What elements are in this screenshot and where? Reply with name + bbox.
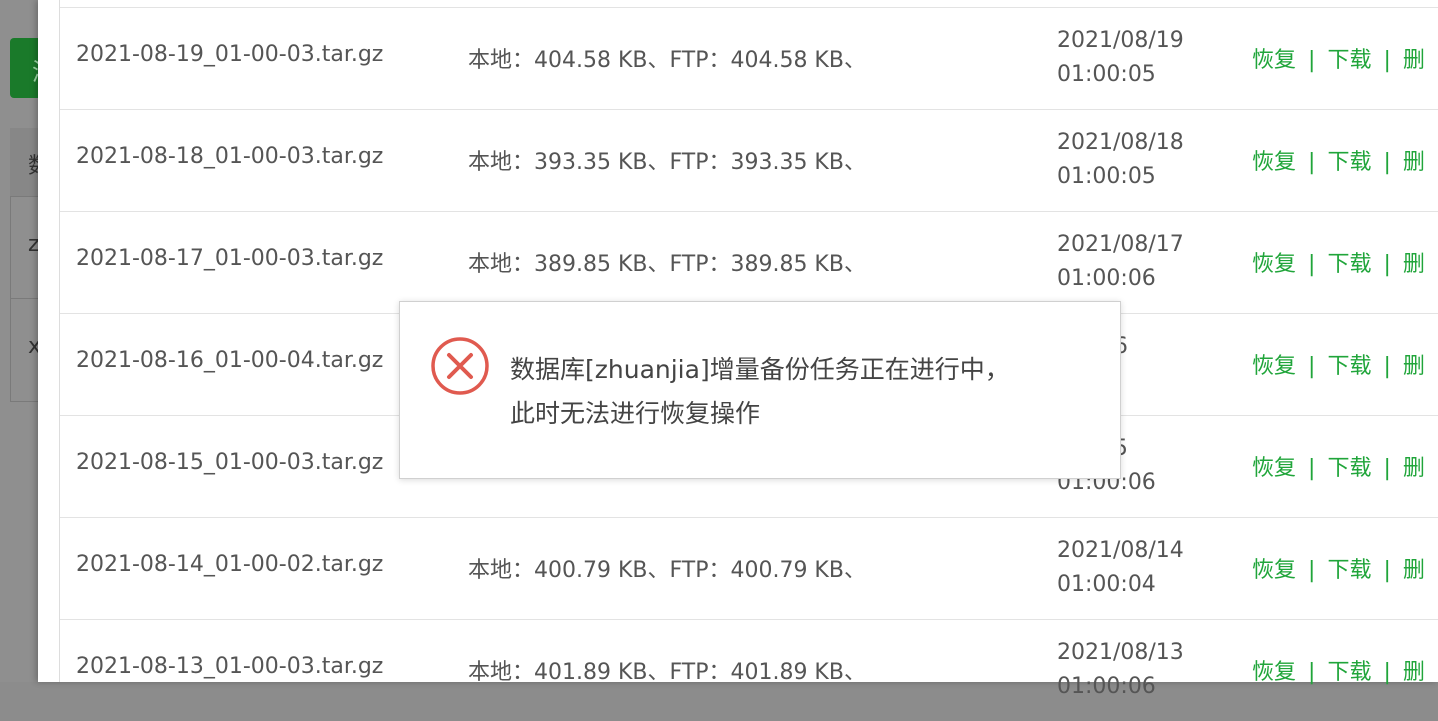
backup-size: 本地：404.58 KB、FTP：404.58 KB、 (468, 48, 866, 73)
backup-date: 2021/08/17 (1057, 232, 1184, 257)
delete-link[interactable]: 删 (1403, 660, 1425, 685)
action-separator: | (1383, 558, 1391, 583)
backup-file-name: 2021-08-16_01-00-04.tar.gz (76, 348, 384, 373)
action-separator: | (1383, 354, 1391, 379)
action-separator: | (1383, 660, 1391, 685)
error-message-line-2: 此时无法进行恢复操作 (510, 399, 761, 428)
row-actions: 恢复 | 下载 | 删 (1252, 348, 1425, 380)
restore-link[interactable]: 恢复 (1252, 660, 1296, 685)
action-separator: | (1383, 150, 1391, 175)
download-link[interactable]: 下载 (1327, 150, 1371, 175)
download-link[interactable]: 下载 (1327, 660, 1371, 685)
action-separator: | (1308, 48, 1316, 73)
action-separator: | (1308, 660, 1316, 685)
backup-file-name: 2021-08-18_01-00-03.tar.gz (76, 144, 384, 169)
row-actions: 恢复 | 下载 | 删 (1252, 450, 1425, 482)
restore-link[interactable]: 恢复 (1252, 150, 1296, 175)
table-row: 2021-08-19_01-00-03.tar.gz 本地：404.58 KB、F… (60, 7, 1438, 109)
row-actions: 恢复 | 下载 | 删 (1252, 144, 1425, 176)
backup-date: 2021/08/18 (1057, 130, 1184, 155)
action-separator: | (1308, 558, 1316, 583)
action-separator: | (1308, 456, 1316, 481)
backup-clock: 01:00:06 (1057, 266, 1156, 291)
table-row: 2021-08-14_01-00-02.tar.gz 本地：400.79 KB、F… (60, 517, 1438, 619)
table-row-divider (60, 0, 1438, 7)
download-link[interactable]: 下载 (1327, 456, 1371, 481)
download-link[interactable]: 下载 (1327, 354, 1371, 379)
backup-size: 本地：389.85 KB、FTP：389.85 KB、 (468, 252, 866, 277)
delete-link[interactable]: 删 (1403, 252, 1425, 277)
backup-date: 2021/08/13 (1057, 640, 1184, 665)
row-actions: 恢复 | 下载 | 删 (1252, 552, 1425, 584)
restore-link[interactable]: 恢复 (1252, 354, 1296, 379)
action-separator: | (1383, 456, 1391, 481)
download-link[interactable]: 下载 (1327, 558, 1371, 583)
restore-link[interactable]: 恢复 (1252, 558, 1296, 583)
restore-link[interactable]: 恢复 (1252, 48, 1296, 73)
action-separator: | (1308, 354, 1316, 379)
table-row: 2021-08-13_01-00-03.tar.gz 本地：401.89 KB、F… (60, 619, 1438, 721)
restore-link[interactable]: 恢复 (1252, 456, 1296, 481)
error-dialog: 数据库[zhuanjia]增量备份任务正在进行中， 此时无法进行恢复操作 (399, 301, 1121, 479)
delete-link[interactable]: 删 (1403, 354, 1425, 379)
backup-time: 2021/08/17 01:00:06 (1057, 228, 1184, 296)
error-message-line-1: 数据库[zhuanjia]增量备份任务正在进行中， (510, 355, 1010, 384)
backup-date: 2021/08/14 (1057, 538, 1184, 563)
error-circle-x-icon (431, 337, 489, 395)
action-separator: | (1383, 252, 1391, 277)
action-separator: | (1308, 150, 1316, 175)
backup-file-name: 2021-08-14_01-00-02.tar.gz (76, 552, 384, 577)
row-actions: 恢复 | 下载 | 删 (1252, 42, 1425, 74)
row-actions: 恢复 | 下载 | 删 (1252, 246, 1425, 278)
download-link[interactable]: 下载 (1327, 252, 1371, 277)
download-link[interactable]: 下载 (1327, 48, 1371, 73)
backup-date: 2021/08/19 (1057, 28, 1184, 53)
backup-time: 2021/08/14 01:00:04 (1057, 534, 1184, 602)
action-separator: | (1383, 48, 1391, 73)
delete-link[interactable]: 删 (1403, 150, 1425, 175)
backup-file-name: 2021-08-13_01-00-03.tar.gz (76, 654, 384, 679)
backup-clock: 01:00:05 (1057, 164, 1156, 189)
row-actions: 恢复 | 下载 | 删 (1252, 654, 1425, 686)
backup-file-name: 2021-08-19_01-00-03.tar.gz (76, 42, 384, 67)
backup-clock: 01:00:04 (1057, 572, 1156, 597)
delete-link[interactable]: 删 (1403, 558, 1425, 583)
table-row: 2021-08-18_01-00-03.tar.gz 本地：393.35 KB、F… (60, 109, 1438, 211)
backup-size: 本地：400.79 KB、FTP：400.79 KB、 (468, 558, 866, 583)
restore-link[interactable]: 恢复 (1252, 252, 1296, 277)
delete-link[interactable]: 删 (1403, 456, 1425, 481)
delete-link[interactable]: 删 (1403, 48, 1425, 73)
backup-clock: 01:00:05 (1057, 62, 1156, 87)
backup-size: 本地：393.35 KB、FTP：393.35 KB、 (468, 150, 866, 175)
action-separator: | (1308, 252, 1316, 277)
backup-time: 2021/08/18 01:00:05 (1057, 126, 1184, 194)
backup-file-name: 2021-08-15_01-00-03.tar.gz (76, 450, 384, 475)
backup-file-name: 2021-08-17_01-00-03.tar.gz (76, 246, 384, 271)
backup-clock: 01:00:06 (1057, 674, 1156, 699)
backup-size: 本地：401.89 KB、FTP：401.89 KB、 (468, 660, 866, 685)
backup-time: 2021/08/19 01:00:05 (1057, 24, 1184, 92)
error-message: 数据库[zhuanjia]增量备份任务正在进行中， 此时无法进行恢复操作 (510, 348, 1090, 436)
backup-time: 2021/08/13 01:00:06 (1057, 636, 1184, 704)
table-row: 2021-08-17_01-00-03.tar.gz 本地：389.85 KB、F… (60, 211, 1438, 313)
